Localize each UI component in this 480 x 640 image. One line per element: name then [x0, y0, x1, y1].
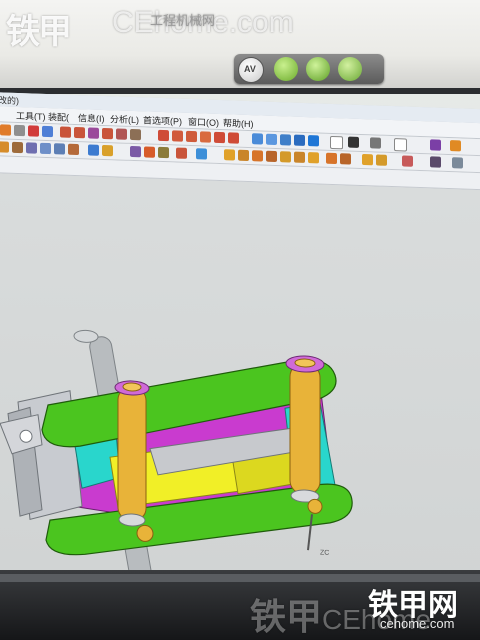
- assembly-tool-icon-12[interactable]: [402, 155, 413, 167]
- undo-icon[interactable]: [14, 124, 25, 137]
- watermark-top-left: 铁甲: [6, 13, 72, 51]
- tangent-tool-icon[interactable]: [228, 132, 239, 144]
- menu-analysis[interactable]: 分析(L): [110, 112, 139, 126]
- axis-label: ZC: [320, 550, 329, 557]
- mirror-tool-icon[interactable]: [130, 128, 141, 141]
- monitor-bezel-edge: [0, 88, 480, 94]
- hole-tool-icon[interactable]: [40, 142, 51, 155]
- view-iso-icon[interactable]: [294, 134, 305, 147]
- select-tool-icon[interactable]: [0, 141, 9, 153]
- layer-tool-icon[interactable]: [430, 139, 441, 151]
- view-top-icon[interactable]: [266, 133, 277, 146]
- fillet-tool-icon[interactable]: [54, 143, 65, 155]
- hook-hole: [19, 429, 33, 443]
- offset-tool-icon[interactable]: [116, 128, 127, 140]
- assembly-tool-icon-4[interactable]: [266, 150, 277, 163]
- line-tool-icon[interactable]: [60, 126, 71, 138]
- green-leaf-badge-3: [338, 57, 362, 81]
- assembly-tool-icon-6[interactable]: [294, 151, 305, 164]
- green-leaf-badge-2: [306, 57, 330, 81]
- 3d-viewport[interactable]: ZC: [0, 173, 480, 631]
- gold-pin-left: [117, 387, 147, 521]
- display-options-icon[interactable]: [370, 137, 381, 149]
- assembly-tool-icon-8[interactable]: [326, 152, 337, 165]
- perpendicular-tool-icon[interactable]: [214, 131, 225, 144]
- extend-tool-icon[interactable]: [102, 127, 113, 140]
- gold-pin-right-cap: [294, 358, 316, 368]
- point-tool-icon[interactable]: [42, 125, 53, 138]
- assembly-tool-icon-7[interactable]: [308, 152, 319, 164]
- menu-info[interactable]: 信息(I): [78, 111, 105, 125]
- boolean-tool-icon[interactable]: [130, 145, 141, 158]
- constraint-tool-icon[interactable]: [172, 130, 183, 142]
- assembly-tool-icon-9[interactable]: [340, 153, 351, 165]
- menu-preferences[interactable]: 首选项(P): [143, 113, 182, 127]
- coupler-model[interactable]: ZC: [0, 173, 480, 631]
- assembly-tool-icon-11[interactable]: [376, 154, 387, 166]
- dimension-tool-icon[interactable]: [158, 129, 169, 142]
- shaft-rod-top: [73, 329, 99, 343]
- blend-tool-icon[interactable]: [144, 146, 155, 158]
- assembly-tool-icon-1[interactable]: [224, 149, 235, 161]
- delete-icon[interactable]: [28, 125, 39, 137]
- rod-bolt-right: [307, 498, 323, 514]
- watermark-bottom-right-url: cehome.com: [380, 616, 455, 631]
- shaded-view-icon[interactable]: [308, 135, 319, 147]
- assembly-tool-icon-5[interactable]: [280, 151, 291, 163]
- wireframe-view-icon[interactable]: [330, 135, 343, 150]
- refresh-icon[interactable]: [196, 148, 207, 160]
- menu-window[interactable]: 窗口(O): [188, 115, 219, 129]
- revolve-tool-icon[interactable]: [26, 142, 37, 154]
- shell-tool-icon[interactable]: [88, 144, 99, 156]
- av-badge: AV: [238, 57, 264, 83]
- assembly-tool-icon-2[interactable]: [238, 149, 249, 162]
- render-mode-icon[interactable]: [348, 136, 359, 148]
- gold-pin-right: [289, 363, 321, 495]
- parallel-tool-icon[interactable]: [200, 131, 211, 143]
- color-picker-icon[interactable]: [394, 138, 407, 152]
- chamfer-tool-icon[interactable]: [68, 143, 79, 156]
- rod-bolt-left: [136, 524, 154, 542]
- view-front-icon[interactable]: [252, 133, 263, 145]
- gold-pin-left-cap: [122, 382, 142, 392]
- extrude-tool-icon[interactable]: [12, 141, 23, 154]
- certification-badge-bar: AV: [234, 54, 384, 84]
- window-title: 改的): [0, 95, 19, 107]
- menu-help[interactable]: 帮助(H): [223, 116, 254, 130]
- menu-tools[interactable]: 工具(T): [16, 109, 46, 123]
- assembly-tool-icon-10[interactable]: [362, 153, 373, 166]
- assembly-tool-icon-13[interactable]: [430, 156, 441, 168]
- menu-assembly[interactable]: 装配(: [48, 110, 69, 124]
- cad-screen: 改的) 工具(T) 装配( 信息(I) 分析(L) 首选项(P) 窗口(O) 帮…: [0, 92, 480, 631]
- green-leaf-badge-1: [274, 57, 298, 81]
- arc-tool-icon[interactable]: [74, 126, 85, 139]
- watermark-top-left-sub: 工程机械网: [150, 13, 216, 28]
- view-right-icon[interactable]: [280, 134, 291, 146]
- sketch-tool-icon[interactable]: [0, 124, 11, 136]
- pattern-tool-icon[interactable]: [102, 144, 113, 157]
- assembly-tool-icon-14[interactable]: [452, 157, 463, 169]
- split-tool-icon[interactable]: [176, 147, 187, 159]
- sweep-tool-icon[interactable]: [158, 146, 169, 159]
- trim-tool-icon[interactable]: [88, 127, 99, 139]
- assembly-tool-icon-3[interactable]: [252, 150, 263, 162]
- measure-tool-icon[interactable]: [450, 140, 461, 152]
- photo-frame: 铁甲 CEhome.com 工程机械网 AV 改的) 工具(T) 装配( 信息(…: [0, 0, 480, 640]
- coincident-tool-icon[interactable]: [186, 130, 197, 143]
